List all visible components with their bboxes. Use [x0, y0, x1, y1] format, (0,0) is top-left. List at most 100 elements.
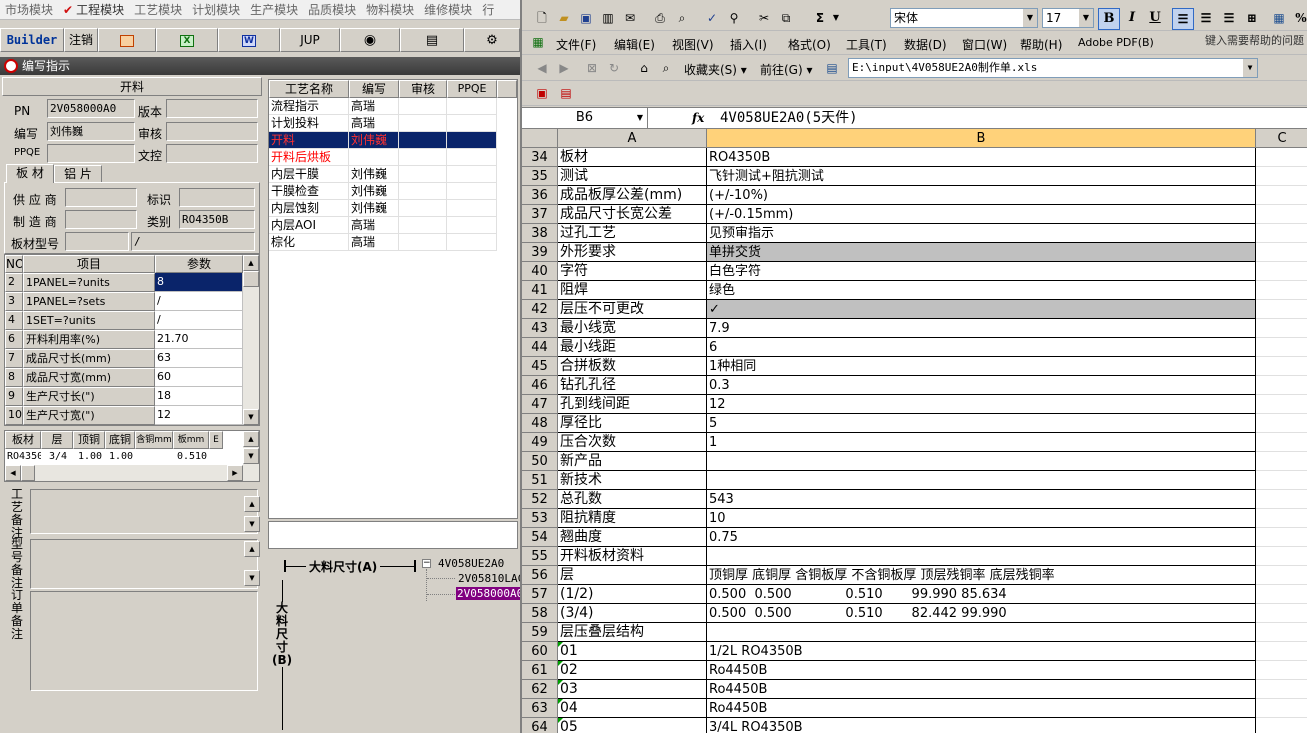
- currency-button[interactable]: ▦: [1268, 8, 1290, 30]
- cell-c[interactable]: [1256, 642, 1307, 661]
- cell-b[interactable]: (+/-10%): [707, 186, 1256, 205]
- cell-c[interactable]: [1256, 281, 1307, 300]
- cell-a[interactable]: 层: [558, 566, 707, 585]
- layer-cell[interactable]: 0.510: [173, 449, 209, 465]
- process-review-cell[interactable]: [399, 166, 447, 183]
- row-number-cell[interactable]: 3: [5, 292, 23, 311]
- process-name-cell[interactable]: 内层干膜: [269, 166, 349, 183]
- col-header-no[interactable]: NO: [5, 255, 23, 273]
- row-header[interactable]: 35: [522, 167, 558, 186]
- pn-field[interactable]: 2V058000A0: [47, 99, 135, 118]
- row-header[interactable]: 47: [522, 395, 558, 414]
- cell-b[interactable]: 1: [707, 433, 1256, 452]
- row-number-cell[interactable]: 7: [5, 349, 23, 368]
- excel-menu-item[interactable]: 帮助(H): [1020, 36, 1062, 53]
- param-scrollbar[interactable]: ▲ ▼: [243, 255, 259, 425]
- cell-a[interactable]: 阻抗精度: [558, 509, 707, 528]
- process-review-cell[interactable]: [399, 132, 447, 149]
- save-icon[interactable]: ▣: [578, 10, 594, 26]
- col-header-b[interactable]: B: [707, 129, 1256, 148]
- cell-a[interactable]: 层压叠层结构: [558, 623, 707, 642]
- row-header[interactable]: 58: [522, 604, 558, 623]
- process-author-cell[interactable]: 刘伟巍: [349, 200, 399, 217]
- scroll-up-arrow[interactable]: ▲: [243, 255, 259, 271]
- scroll-up-arrow[interactable]: ▲: [244, 541, 260, 557]
- layer-col-header[interactable]: 顶铜: [73, 431, 105, 449]
- layer-cell[interactable]: 3/4: [41, 449, 73, 465]
- autosum-icon[interactable]: Σ: [812, 10, 828, 26]
- process-name-cell[interactable]: 干膜检查: [269, 183, 349, 200]
- cell-b[interactable]: 10: [707, 509, 1256, 528]
- row-header[interactable]: 51: [522, 471, 558, 490]
- cell-a[interactable]: 过孔工艺: [558, 224, 707, 243]
- process-author-cell[interactable]: 刘伟巍: [349, 183, 399, 200]
- database-button[interactable]: ▤: [400, 28, 464, 52]
- cell-c[interactable]: [1256, 718, 1307, 733]
- process-review-cell[interactable]: [399, 200, 447, 217]
- layer-col-header[interactable]: 含铜mm: [135, 431, 173, 449]
- row-number-cell[interactable]: 2: [5, 273, 23, 292]
- address-bar[interactable]: E:\input\4V058UE2A0制作单.xls ▼: [848, 58, 1258, 78]
- cell-c[interactable]: [1256, 376, 1307, 395]
- process-ppqe-cell[interactable]: [447, 183, 497, 200]
- cell-b[interactable]: 0.500 0.500 0.510 82.442 99.990: [707, 604, 1256, 623]
- cell-c[interactable]: [1256, 357, 1307, 376]
- process-name-cell[interactable]: 开料后烘板: [269, 149, 349, 166]
- type-field[interactable]: RO4350B: [179, 210, 255, 229]
- version-field[interactable]: [166, 99, 258, 118]
- process-row[interactable]: 计划投料 高瑞: [269, 115, 497, 132]
- cell-c[interactable]: [1256, 414, 1307, 433]
- col-header-a[interactable]: A: [558, 129, 707, 148]
- process-review-cell[interactable]: [399, 183, 447, 200]
- cell-a[interactable]: 测试: [558, 167, 707, 186]
- cell-b[interactable]: 3/4L RO4350B: [707, 718, 1256, 733]
- row-header[interactable]: 41: [522, 281, 558, 300]
- param-value-cell[interactable]: 21.70: [155, 330, 243, 349]
- cut-icon[interactable]: ✂: [756, 10, 772, 26]
- row-header[interactable]: 61: [522, 661, 558, 680]
- excel-menu-item[interactable]: 窗口(W): [962, 36, 1007, 53]
- tree-child-2-selected[interactable]: 2V058000A0: [456, 587, 520, 600]
- cell-b[interactable]: [707, 471, 1256, 490]
- module-menu-item[interactable]: 行: [477, 0, 499, 19]
- process-author-cell[interactable]: 刘伟巍: [349, 132, 399, 149]
- cell-b[interactable]: 单拼交货: [707, 243, 1256, 262]
- tree-root[interactable]: 4V058UE2A0: [438, 557, 504, 570]
- cell-a[interactable]: 最小线距: [558, 338, 707, 357]
- cell-b[interactable]: 飞针测试+阻抗测试: [707, 167, 1256, 186]
- excel-menu-item[interactable]: 数据(D): [904, 36, 947, 53]
- cell-c[interactable]: [1256, 205, 1307, 224]
- cell-a[interactable]: 层压不可更改: [558, 300, 707, 319]
- layer-cell[interactable]: RO4350B: [5, 449, 41, 465]
- cell-b[interactable]: ✓: [707, 300, 1256, 319]
- process-row[interactable]: 干膜检查 刘伟巍: [269, 183, 497, 200]
- ppqe-field[interactable]: [47, 144, 135, 163]
- module-menu-item[interactable]: 市场模块: [0, 0, 58, 19]
- align-center-button[interactable]: ☰: [1195, 8, 1217, 30]
- col-header-c[interactable]: C: [1256, 129, 1307, 148]
- chevron-down-icon[interactable]: ▼: [1243, 59, 1257, 77]
- cell-b[interactable]: 7.9: [707, 319, 1256, 338]
- cell-c[interactable]: [1256, 338, 1307, 357]
- row-header[interactable]: 37: [522, 205, 558, 224]
- layer-cell[interactable]: 1.00: [73, 449, 105, 465]
- row-header[interactable]: 36: [522, 186, 558, 205]
- cell-b[interactable]: 5: [707, 414, 1256, 433]
- back-icon[interactable]: ◀: [534, 60, 550, 76]
- process-name-cell[interactable]: 内层AOI: [269, 217, 349, 234]
- collapse-icon[interactable]: −: [422, 559, 431, 568]
- goto-menu[interactable]: 前往(G) ▾: [760, 61, 813, 78]
- favorites-menu[interactable]: 收藏夹(S) ▾: [684, 61, 747, 78]
- font-name-select[interactable]: 宋体 ▼: [890, 8, 1038, 28]
- process-author-cell[interactable]: [349, 149, 399, 166]
- excel-menu-item[interactable]: Adobe PDF(B): [1078, 36, 1154, 49]
- cell-b[interactable]: Ro4450B: [707, 699, 1256, 718]
- maker-field[interactable]: [65, 210, 137, 229]
- cell-a[interactable]: 压合次数: [558, 433, 707, 452]
- module-menu-item[interactable]: 工艺模块: [129, 0, 187, 19]
- cell-a[interactable]: 合拼板数: [558, 357, 707, 376]
- cell-b[interactable]: [707, 452, 1256, 471]
- formula-content[interactable]: 4V058UE2A0(5天件): [720, 108, 858, 128]
- process-note-box[interactable]: [268, 521, 518, 549]
- process-row[interactable]: 开料后烘板: [269, 149, 497, 166]
